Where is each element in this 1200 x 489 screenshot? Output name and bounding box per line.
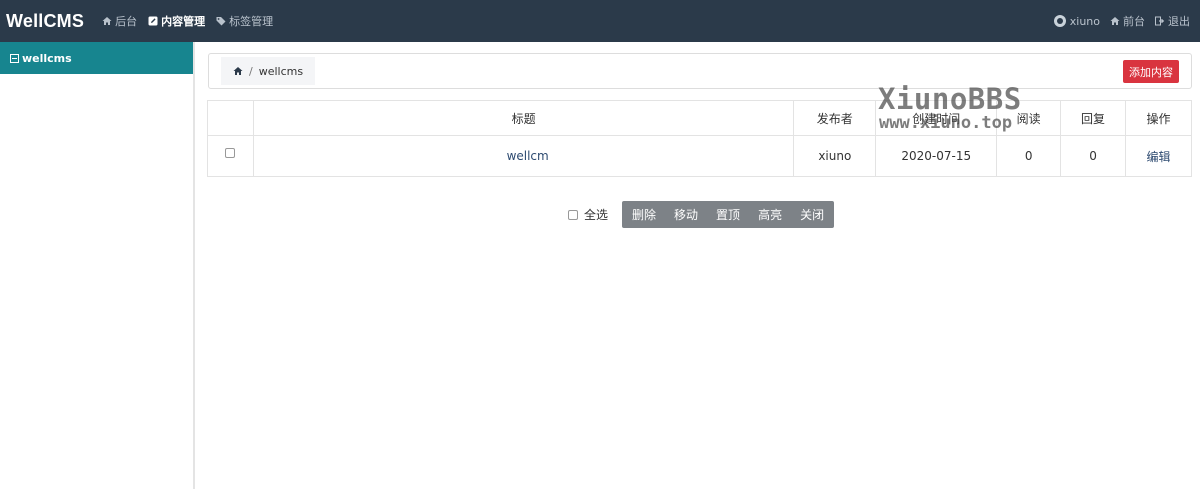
move-button[interactable]: 移动	[665, 201, 707, 228]
sidebar-item-label: wellcms	[22, 51, 72, 65]
user-nav: xiuno 前台 退出	[1044, 0, 1190, 42]
column-header-actions: 操作	[1125, 100, 1192, 136]
home-icon	[102, 17, 112, 25]
username: xiuno	[1069, 14, 1100, 28]
bulk-button-group: 删除 移动 置顶 高亮 关闭	[622, 201, 835, 228]
nav-item-label: 内容管理	[161, 15, 206, 28]
nav-item-logout[interactable]: 退出	[1155, 13, 1190, 29]
row-title-link[interactable]: wellcm	[507, 149, 549, 163]
minus-square-icon	[10, 53, 19, 63]
row-views: 0	[996, 135, 1062, 177]
breadcrumb-separator: /	[249, 64, 253, 78]
home-icon[interactable]	[233, 66, 243, 76]
row-title-cell: wellcm	[252, 135, 795, 177]
close-button[interactable]: 关闭	[791, 201, 834, 228]
bulk-actions: 全选 删除 移动 置顶 高亮 关闭	[568, 201, 835, 228]
logout-icon	[1155, 16, 1165, 26]
pin-top-button[interactable]: 置顶	[707, 201, 749, 228]
table-row: wellcm xiuno 2020-07-15 0 0 编辑	[207, 135, 1192, 177]
nav-item-label: 标签管理	[229, 15, 274, 28]
row-action-cell: 编辑	[1125, 135, 1192, 177]
nav-item-label: 退出	[1168, 15, 1190, 28]
delete-button[interactable]: 删除	[622, 201, 665, 228]
select-all-label: 全选	[584, 208, 609, 222]
main-nav: 后台 内容管理 标签管理	[102, 13, 284, 29]
row-author: xiuno	[793, 135, 877, 177]
row-replies: 0	[1060, 135, 1127, 177]
avatar-icon	[1053, 15, 1066, 27]
brand-logo[interactable]: WellCMS	[6, 11, 84, 32]
home-icon	[1110, 17, 1120, 25]
column-header-replies: 回复	[1060, 100, 1127, 136]
column-header-author: 发布者	[793, 100, 877, 136]
nav-item-tag-management[interactable]: 标签管理	[216, 13, 273, 29]
edit-icon	[148, 16, 158, 26]
breadcrumb-item[interactable]: wellcms	[259, 65, 303, 78]
nav-item-label: 后台	[115, 15, 138, 28]
row-created: 2020-07-15	[875, 135, 998, 177]
nav-item-backend[interactable]: 后台	[102, 13, 137, 29]
select-all-checkbox[interactable]	[568, 209, 578, 220]
column-header-views: 阅读	[996, 100, 1062, 136]
table-header-row: 标题 发布者 创建时间 阅读 回复 操作	[207, 100, 1192, 136]
column-header-title: 标题	[252, 100, 795, 136]
sidebar: wellcms	[0, 42, 195, 489]
breadcrumb-bar: / wellcms 添加内容	[208, 53, 1192, 89]
user-menu[interactable]: xiuno	[1053, 14, 1100, 28]
row-checkbox[interactable]	[225, 148, 236, 158]
breadcrumb: / wellcms	[221, 57, 316, 85]
edit-link[interactable]: 编辑	[1147, 150, 1171, 164]
row-select-cell	[207, 135, 254, 177]
nav-item-label: 前台	[1123, 15, 1145, 28]
add-content-button[interactable]: 添加内容	[1123, 60, 1179, 83]
column-header-created: 创建时间	[875, 100, 998, 136]
highlight-button[interactable]: 高亮	[749, 201, 791, 228]
nav-item-frontend[interactable]: 前台	[1110, 13, 1145, 29]
select-all[interactable]: 全选	[568, 206, 608, 223]
top-navbar: WellCMS 后台 内容管理 标签管理 xiuno 前台 退出	[0, 0, 1200, 42]
content-table: 标题 发布者 创建时间 阅读 回复 操作 wellcm xiuno 2020-0…	[207, 100, 1192, 177]
sidebar-item-wellcms[interactable]: wellcms	[0, 42, 193, 74]
nav-item-content-management[interactable]: 内容管理	[148, 13, 205, 29]
column-header-select	[207, 100, 254, 136]
tag-icon	[216, 17, 226, 26]
